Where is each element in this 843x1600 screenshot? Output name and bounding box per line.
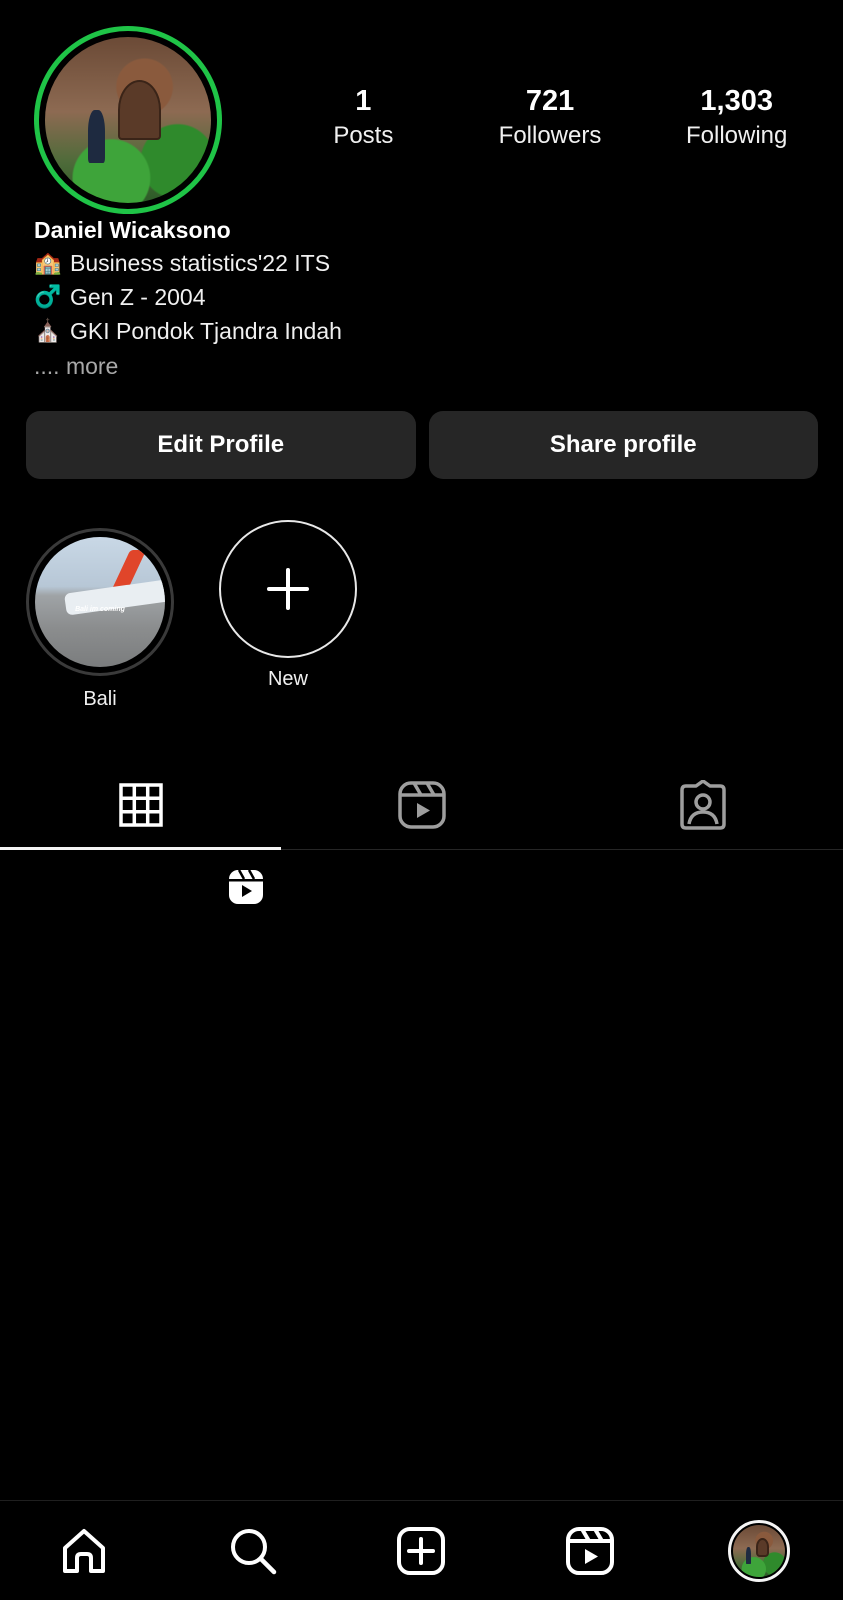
tab-tagged[interactable] (562, 760, 843, 849)
male-sign-icon: ♂️ (34, 284, 62, 309)
stat-followers-count: 721 (525, 85, 575, 117)
new-highlight-button[interactable] (219, 520, 357, 658)
avatar-photo-person (88, 110, 105, 164)
stat-posts-label: Posts (333, 122, 394, 149)
search-icon (230, 1528, 277, 1574)
profile-avatar (727, 1519, 790, 1582)
nav-reels[interactable] (550, 1511, 630, 1591)
stat-posts-count: 1 (355, 85, 372, 117)
tab-posts-grid[interactable] (0, 760, 281, 850)
bio-line-generation: ♂️ Gen Z - 2004 (34, 280, 814, 314)
avatar-photo-door (755, 1538, 770, 1557)
nav-search[interactable] (213, 1511, 293, 1591)
tab-reels[interactable] (281, 760, 562, 849)
grid-icon (118, 782, 163, 827)
nav-create[interactable] (381, 1511, 461, 1591)
share-profile-button[interactable]: Share profile (428, 411, 818, 479)
plus-icon (267, 568, 309, 610)
avatar-photo-door (118, 80, 162, 140)
stat-followers[interactable]: 721 Followers (457, 84, 644, 150)
reels-icon (397, 780, 446, 829)
story-highlights: Bali im coming Bali New (26, 520, 362, 711)
nav-profile[interactable] (719, 1511, 799, 1591)
highlight-label: Bali (83, 688, 117, 710)
bio-line-church: ⛪ GKI Pondok Tjandra Indah (34, 314, 814, 348)
tagged-icon (679, 779, 726, 830)
reel-icon (229, 869, 263, 904)
avatar (732, 1524, 785, 1577)
bio-line-education: 🏫 Business statistics'22 ITS (34, 246, 814, 280)
avatar (45, 37, 211, 203)
reels-icon (566, 1526, 615, 1575)
stat-following-label: Following (685, 122, 788, 149)
edit-profile-button[interactable]: Edit Profile (26, 411, 416, 479)
church-icon: ⛪ (34, 318, 62, 343)
school-icon: 🏫 (34, 250, 62, 275)
profile-avatar-story-ring[interactable] (34, 26, 222, 214)
post-thumbnail[interactable] (0, 851, 278, 1221)
highlight-label: New (267, 668, 308, 690)
stat-followers-label: Followers (498, 122, 602, 149)
profile-bio: Daniel Wicaksono 🏫 Business statistics'2… (34, 214, 814, 384)
bottom-navigation (0, 1500, 843, 1600)
nav-home[interactable] (44, 1511, 124, 1591)
profile-name: Daniel Wicaksono (34, 217, 231, 243)
bio-line-text: Business statistics'22 ITS (70, 250, 331, 276)
profile-screen: 1 Posts 721 Followers 1,303 Following Da… (0, 0, 843, 1600)
bio-line-text: GKI Pondok Tjandra Indah (70, 318, 342, 344)
highlight-cover-caption: Bali im coming (75, 605, 125, 613)
stat-following[interactable]: 1,303 Following (643, 84, 830, 150)
create-icon (397, 1526, 446, 1575)
highlight-cover: Bali im coming (35, 537, 165, 667)
profile-action-buttons: Edit Profile Share profile (26, 411, 818, 479)
home-icon (63, 1528, 106, 1573)
avatar-inner (39, 31, 217, 209)
highlight-bali[interactable]: Bali im coming Bali (26, 528, 174, 711)
stat-following-count: 1,303 (700, 85, 773, 117)
highlight-ring: Bali im coming (26, 528, 174, 676)
profile-tabs (0, 760, 843, 850)
avatar-photo-person (746, 1547, 752, 1564)
bio-line-text: Gen Z - 2004 (70, 284, 206, 310)
profile-stats: 1 Posts 721 Followers 1,303 Following (270, 84, 830, 150)
highlight-new[interactable]: New (214, 520, 362, 711)
bio-more-link[interactable]: .... more (34, 348, 814, 384)
stat-posts[interactable]: 1 Posts (270, 84, 457, 150)
